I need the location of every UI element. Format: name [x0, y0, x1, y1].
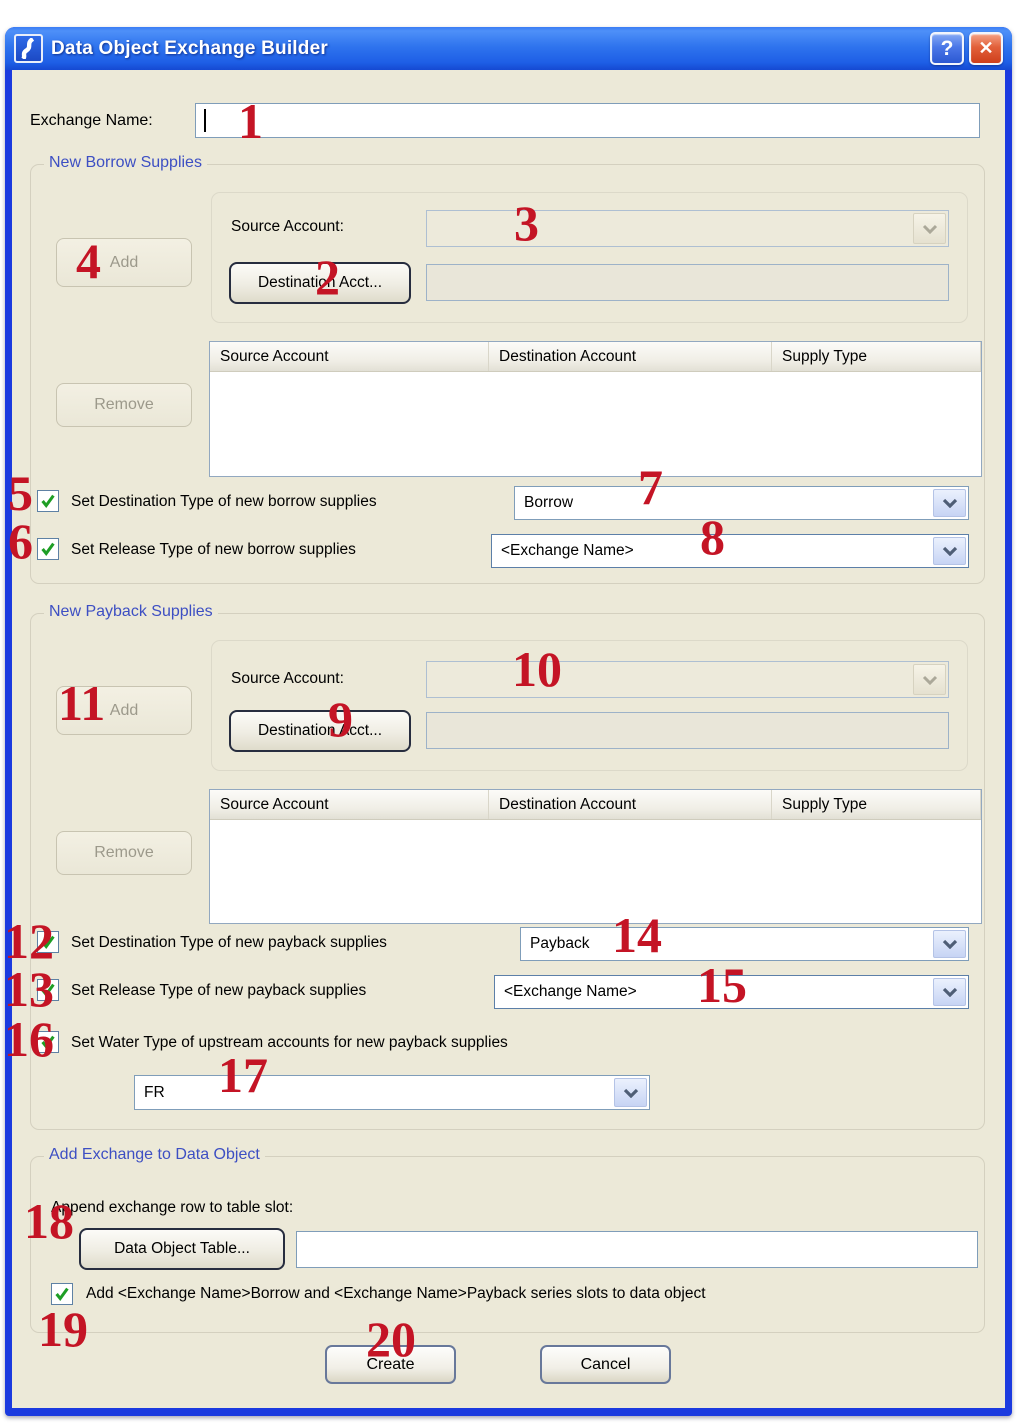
- column-source-account: Source Account: [210, 342, 489, 371]
- chevron-down-icon: [933, 930, 966, 958]
- borrow-destination-field[interactable]: [426, 264, 949, 301]
- dialog-window: Data Object Exchange Builder ? ✕ Exchang…: [5, 27, 1012, 1416]
- checkmark-icon: [39, 540, 57, 558]
- checkmark-icon: [39, 933, 57, 951]
- close-icon: ✕: [978, 38, 993, 59]
- chevron-down-icon: [614, 1078, 647, 1107]
- chevron-down-icon: [933, 978, 966, 1006]
- title-bar: Data Object Exchange Builder ? ✕: [5, 27, 1012, 70]
- table-header: Source Account Destination Account Suppl…: [210, 342, 981, 372]
- checkmark-icon: [39, 981, 57, 999]
- borrow-destination-type-combo[interactable]: Borrow: [514, 486, 969, 520]
- borrow-source-account-combo[interactable]: [426, 210, 949, 247]
- borrow-supplies-table[interactable]: Source Account Destination Account Suppl…: [209, 341, 982, 477]
- question-icon: ?: [941, 37, 954, 61]
- payback-set-water-type-label: Set Water Type of upstream accounts for …: [71, 1034, 508, 1052]
- riverware-app-icon: [14, 34, 43, 63]
- payback-remove-button[interactable]: Remove: [56, 831, 192, 875]
- borrow-set-destination-type-checkbox[interactable]: [37, 490, 59, 512]
- borrow-set-destination-type-label: Set Destination Type of new borrow suppl…: [71, 493, 377, 511]
- add-series-slots-checkbox[interactable]: [51, 1283, 73, 1305]
- payback-destination-type-combo[interactable]: Payback: [520, 927, 969, 961]
- checkmark-icon: [53, 1285, 71, 1303]
- borrow-add-button[interactable]: Add: [56, 238, 192, 287]
- chevron-down-icon: [933, 489, 966, 517]
- borrow-release-type-combo[interactable]: <Exchange Name>: [491, 534, 969, 568]
- borrow-destination-acct-button[interactable]: Destination Acct...: [229, 262, 411, 304]
- cancel-button[interactable]: Cancel: [540, 1345, 671, 1384]
- table-header: Source Account Destination Account Suppl…: [210, 790, 981, 820]
- borrow-remove-button[interactable]: Remove: [56, 383, 192, 427]
- chevron-down-icon: [913, 664, 946, 695]
- new-borrow-supplies-group: New Borrow Supplies Add Source Account: …: [30, 164, 985, 584]
- add-exchange-to-data-object-title: Add Exchange to Data Object: [44, 1146, 265, 1164]
- chevron-down-icon: [933, 537, 966, 565]
- column-source-account: Source Account: [210, 790, 489, 819]
- borrow-set-release-type-checkbox[interactable]: [37, 538, 59, 560]
- checkmark-icon: [39, 492, 57, 510]
- payback-set-destination-type-checkbox[interactable]: [37, 931, 59, 953]
- help-button[interactable]: ?: [930, 32, 964, 65]
- data-object-table-button[interactable]: Data Object Table...: [79, 1228, 285, 1270]
- column-destination-account: Destination Account: [489, 790, 772, 819]
- borrow-set-release-type-label: Set Release Type of new borrow supplies: [71, 541, 356, 559]
- new-payback-supplies-group: New Payback Supplies Add Source Account:…: [30, 613, 985, 1130]
- payback-source-account-combo[interactable]: [426, 661, 949, 698]
- payback-release-type-combo[interactable]: <Exchange Name>: [494, 975, 969, 1009]
- checkmark-icon: [39, 1033, 57, 1051]
- payback-supplies-table[interactable]: Source Account Destination Account Suppl…: [209, 789, 982, 924]
- window-title: Data Object Exchange Builder: [51, 38, 925, 60]
- new-payback-supplies-title: New Payback Supplies: [44, 603, 218, 621]
- column-destination-account: Destination Account: [489, 342, 772, 371]
- payback-set-release-type-checkbox[interactable]: [37, 979, 59, 1001]
- table-slot-field[interactable]: [296, 1231, 978, 1268]
- close-button[interactable]: ✕: [969, 32, 1003, 65]
- payback-destination-field[interactable]: [426, 712, 949, 749]
- exchange-name-label: Exchange Name:: [30, 112, 153, 130]
- add-series-slots-label: Add <Exchange Name>Borrow and <Exchange …: [86, 1285, 706, 1303]
- column-supply-type: Supply Type: [772, 342, 981, 371]
- dialog-client-area: Exchange Name: New Borrow Supplies Add S…: [12, 70, 1005, 1408]
- payback-source-account-label: Source Account:: [231, 670, 344, 688]
- new-borrow-supplies-title: New Borrow Supplies: [44, 154, 207, 172]
- borrow-source-account-label: Source Account:: [231, 218, 344, 236]
- payback-destination-acct-button[interactable]: Destination Acct...: [229, 710, 411, 752]
- append-exchange-row-label: Append exchange row to table slot:: [51, 1199, 293, 1217]
- text-caret: [204, 109, 206, 132]
- payback-set-release-type-label: Set Release Type of new payback supplies: [71, 982, 366, 1000]
- create-button[interactable]: Create: [325, 1345, 456, 1384]
- exchange-name-input[interactable]: [195, 103, 980, 138]
- column-supply-type: Supply Type: [772, 790, 981, 819]
- payback-add-button[interactable]: Add: [56, 686, 192, 735]
- payback-set-water-type-checkbox[interactable]: [37, 1031, 59, 1053]
- payback-water-type-combo[interactable]: FR: [134, 1075, 650, 1110]
- payback-set-destination-type-label: Set Destination Type of new payback supp…: [71, 934, 387, 952]
- add-exchange-to-data-object-group: Add Exchange to Data Object Append excha…: [30, 1156, 985, 1333]
- chevron-down-icon: [913, 213, 946, 244]
